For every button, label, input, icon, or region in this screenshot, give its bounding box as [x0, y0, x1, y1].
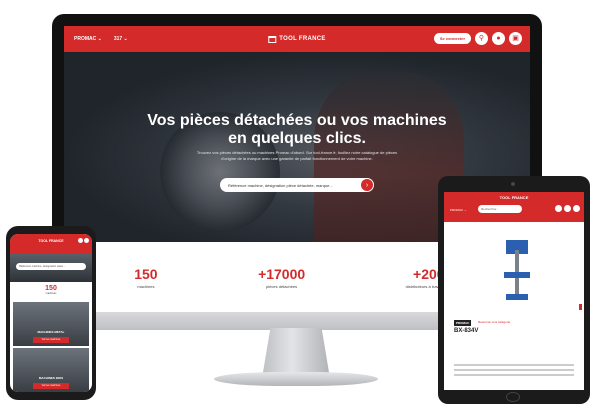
text-line [454, 364, 574, 366]
device-mockup-scene: PROMAC ⌄ 317 ⌄ TOOL FRANCE Se connecter … [0, 0, 592, 406]
user-icon[interactable] [564, 205, 571, 212]
tablet-back-link[interactable]: Retourner à la catégorie [478, 320, 510, 324]
hero-subtitle: Trouvez vos pièces détachées ou machines… [196, 150, 398, 161]
phone-nav-icons [78, 238, 89, 243]
stat-parts: +17000 pièces détachées [258, 266, 305, 289]
tablet-nav-icons [555, 205, 580, 212]
tablet-product-image [502, 240, 536, 300]
phone-category-card[interactable]: MACHINES METAL Voir les machines [13, 302, 89, 346]
tablet-search-input[interactable]: Rechercher... [478, 205, 522, 213]
phone-stat: 150 machines [10, 282, 92, 300]
monitor-stand [262, 328, 330, 376]
hero-title-line1: Vos pièces détachées ou vos machines [147, 112, 447, 129]
tablet-camera [511, 182, 515, 186]
drill-base [506, 294, 528, 300]
search-submit-arrow-icon[interactable]: › [361, 179, 373, 191]
user-icon[interactable] [84, 238, 89, 243]
search-icon[interactable] [555, 205, 562, 212]
phone-device: TOOL FRANCE Référence machine, désignati… [6, 226, 96, 400]
text-line [454, 374, 574, 376]
tablet-screen: TOOL FRANCE PROMAC ⌄ Rechercher... PROMA… [444, 192, 584, 390]
tablet-product-title: BX-834V [454, 328, 479, 334]
card-cta-button[interactable]: Voir les machines [33, 383, 69, 389]
search-placeholder: Référence machine, désignation pièce dét… [228, 182, 333, 188]
stat-machines: 150 machines [134, 266, 157, 289]
tablet-brand-badge: PROMAC [454, 320, 472, 326]
stat-number: 150 [45, 285, 57, 292]
card-caption: MACHINES METAL [37, 330, 65, 334]
tablet-side-tab[interactable] [579, 304, 582, 310]
stat-label: machines [137, 283, 155, 289]
hero-title: Vos pièces détachées ou vos machines en … [64, 112, 530, 148]
monitor-stand-base [214, 372, 378, 386]
brand-logo[interactable]: TOOL FRANCE [268, 35, 326, 43]
drill-table [504, 272, 530, 278]
text-line [454, 369, 574, 371]
phone-screen: TOOL FRANCE Référence machine, désignati… [10, 234, 92, 392]
login-button[interactable]: Se connecter [433, 33, 471, 44]
phone-search-input[interactable]: Référence machine, désignation pièce... [16, 263, 86, 270]
cart-icon[interactable]: ▣ [509, 32, 522, 45]
desktop-navbar: PROMAC ⌄ 317 ⌄ TOOL FRANCE Se connecter … [64, 26, 530, 52]
stat-label: machines [45, 292, 57, 295]
tablet-description-lines [454, 364, 574, 379]
search-icon[interactable] [78, 238, 83, 243]
brand-name: TOOL FRANCE [279, 36, 326, 42]
phone-navbar: TOOL FRANCE [10, 234, 92, 254]
card-caption: MACHINES BOIS [38, 376, 64, 380]
hero-search-input[interactable]: Référence machine, désignation pièce dét… [220, 178, 374, 192]
user-icon[interactable]: ● [492, 32, 505, 45]
cart-icon[interactable] [573, 205, 580, 212]
logo-mark-icon [268, 35, 277, 43]
search-icon[interactable]: ⚲ [475, 32, 488, 45]
tablet-nav-link[interactable]: PROMAC ⌄ [450, 208, 467, 212]
tablet-brand[interactable]: TOOL FRANCE [444, 195, 584, 200]
phone-hero: Référence machine, désignation pièce... [10, 254, 92, 282]
tablet-device: TOOL FRANCE PROMAC ⌄ Rechercher... PROMA… [438, 176, 590, 404]
nav-actions: Se connecter ⚲ ● ▣ [433, 32, 522, 45]
card-cta-button[interactable]: Voir les machines [33, 337, 69, 343]
stat-number: 150 [134, 265, 158, 282]
tablet-home-button [506, 392, 520, 402]
stat-number: +17000 [258, 265, 306, 282]
nav-link-promac[interactable]: PROMAC ⌄ [74, 36, 102, 42]
phone-category-card[interactable]: MACHINES BOIS Voir les machines [13, 348, 89, 392]
nav-link-brand-filter[interactable]: 317 ⌄ [114, 36, 128, 42]
tablet-navbar: TOOL FRANCE PROMAC ⌄ Rechercher... [444, 192, 584, 222]
stat-label: pièces détachées [266, 283, 298, 289]
hero-title-line2: en quelques clics. [228, 130, 366, 147]
